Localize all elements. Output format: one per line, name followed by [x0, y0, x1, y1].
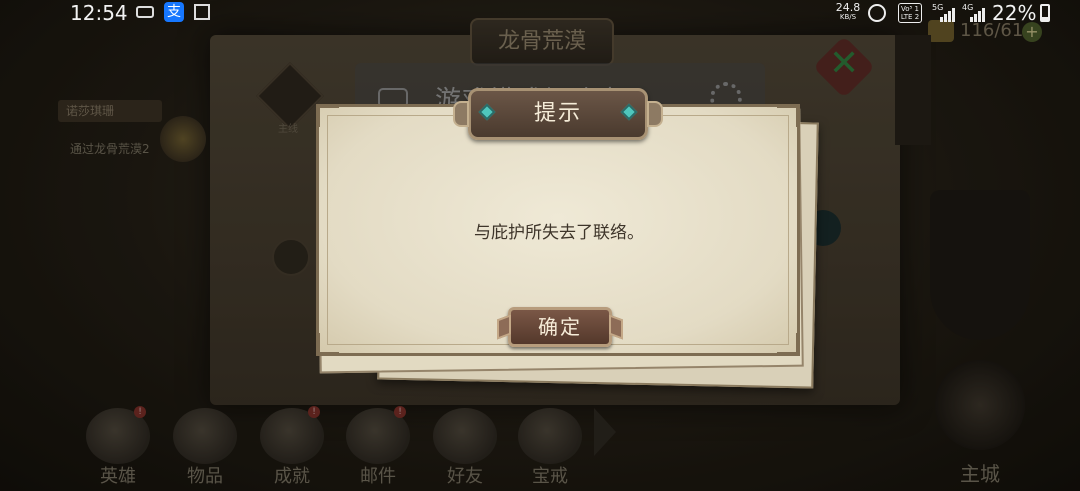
dialog-message: 与庇护所失去了联络。	[474, 223, 644, 243]
corner-ornament	[777, 105, 799, 127]
confirm-button[interactable]: 确定	[508, 307, 612, 347]
corner-ornament	[317, 105, 339, 127]
dialog-title-plaque: 提示	[453, 88, 663, 140]
gamepad-icon	[136, 6, 154, 18]
alipay-icon: 支	[164, 2, 184, 22]
volte-badge: Vo⁵ 1 LTE 2	[898, 3, 922, 23]
network-speed: 24.8 KB/S	[832, 2, 864, 22]
confirm-button-label: 确定	[538, 315, 582, 339]
battery-fill	[1042, 16, 1048, 20]
corner-ornament	[317, 333, 339, 355]
image-icon	[194, 4, 210, 20]
signal-bars-icon	[970, 8, 986, 22]
status-bar: 12:54 支 24.8 KB/S Vo⁵ 1 LTE 2 5G 4G 22%	[0, 0, 1080, 26]
battery-percent: 22%	[992, 1, 1037, 25]
signal-bars-icon	[940, 8, 956, 22]
volte-line2: LTE 2	[900, 13, 920, 21]
alarm-icon	[868, 4, 886, 22]
battery-icon	[1040, 4, 1050, 22]
status-time: 12:54	[70, 1, 128, 25]
corner-ornament	[777, 333, 799, 355]
dialog-title: 提示	[533, 101, 582, 126]
alert-dialog: 提示 与庇护所失去了联络。 确定	[308, 88, 819, 389]
volte-line1: Vo⁵ 1	[900, 5, 919, 13]
network-speed-unit: KB/S	[839, 13, 857, 21]
